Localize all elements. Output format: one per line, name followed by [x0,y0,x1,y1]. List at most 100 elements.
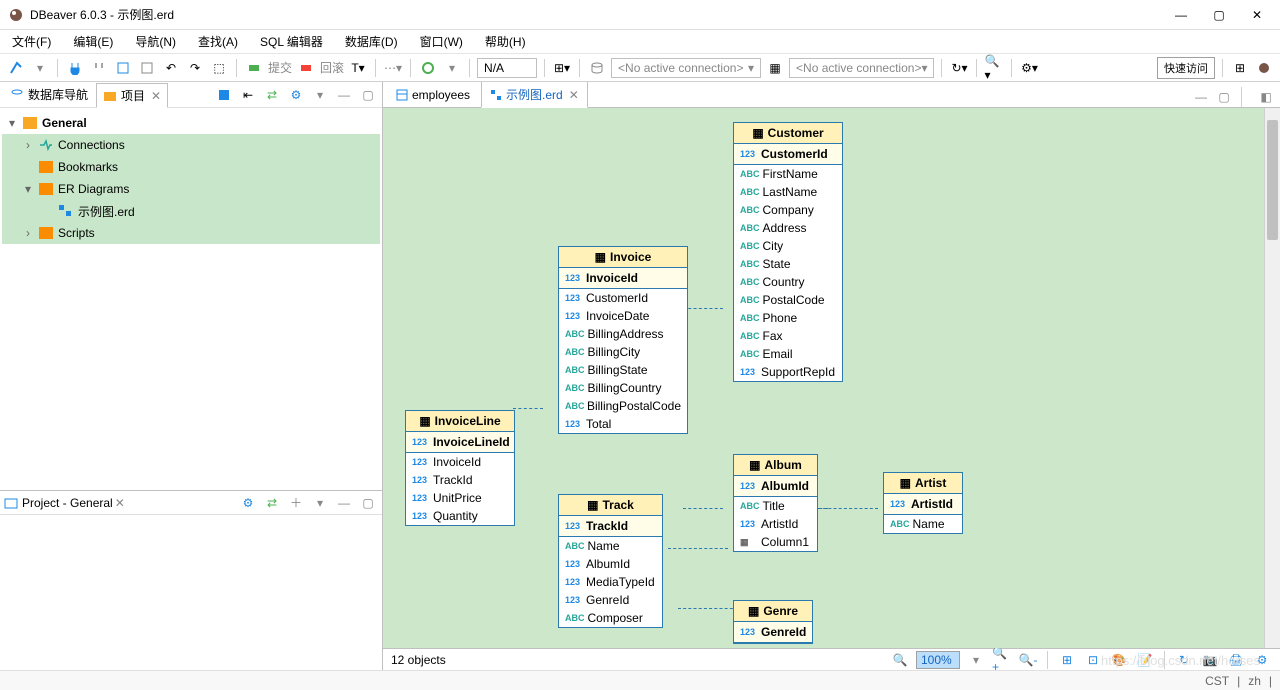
editor-statusbar: 12 objects 🔍 100% ▾ 🔍+ 🔍- ⊞ ⊡ 🎨 📝 ↻ 📷 🖨 … [383,648,1280,670]
search-icon[interactable]: 🔍▾ [984,58,1004,78]
menu-find[interactable]: 查找(A) [192,30,244,53]
outline-icon[interactable]: ◧ [1256,87,1276,107]
tab-close-icon[interactable]: ✕ [151,89,161,103]
tab-erd-close-icon[interactable]: ✕ [569,88,579,102]
schema-selector[interactable]: <No active connection>▾ [789,58,934,78]
vertical-scrollbar[interactable] [1264,108,1280,648]
note-icon[interactable]: 📝 [1135,650,1155,670]
config-icon[interactable]: ⚙ [286,85,306,105]
na-dropdown[interactable]: N/A [477,58,537,78]
tree-erd-file[interactable]: 示例图.erd [2,200,380,222]
sql-editor-icon[interactable] [113,58,133,78]
dots-icon[interactable]: ⋯▾ [383,58,403,78]
plug-icon[interactable] [65,58,85,78]
menu-edit[interactable]: 编辑(E) [67,30,119,53]
layout2-icon[interactable]: ⊡ [1083,650,1103,670]
entity-artist[interactable]: ▦Artist 123ArtistId ABCName [883,472,963,534]
menu-window[interactable]: 窗口(W) [414,30,469,53]
menu-help[interactable]: 帮助(H) [479,30,532,53]
sql-script-icon[interactable] [137,58,157,78]
table-header-icon: ▦ [752,126,763,140]
table-header-icon: ▦ [419,414,430,428]
tree-root[interactable]: ▾General [2,112,380,134]
zoom-input[interactable]: 100% [916,651,960,669]
timezone-label: CST [1205,674,1229,688]
tree-connections[interactable]: ›Connections [2,134,380,156]
panel-config-icon[interactable]: ⚙ [238,493,258,513]
redo-icon[interactable]: ↷ [185,58,205,78]
menu-navigate[interactable]: 导航(N) [129,30,182,53]
zoom-out-icon[interactable]: 🔍- [1018,650,1038,670]
new-connection-icon[interactable] [6,58,26,78]
entity-invoiceline[interactable]: ▦InvoiceLine 123InvoiceLineId 123Invoice… [405,410,515,526]
erd-canvas[interactable]: ▦Customer 123CustomerId ABCFirstName ABC… [383,108,1264,648]
color-icon[interactable]: 🎨 [1109,650,1129,670]
print-icon[interactable]: 🖨 [1226,650,1246,670]
schema-icon[interactable]: ⊞▾ [552,58,572,78]
panel-menu-icon[interactable]: ▾ [310,493,330,513]
table-header-icon: ▦ [749,458,760,472]
editor-max-icon[interactable]: ▢ [1214,87,1234,107]
commit-label[interactable]: 提交 [268,59,292,76]
panel-add-icon[interactable]: ＋ [286,493,306,513]
maximize-button[interactable]: ▢ [1212,8,1226,22]
tree-bookmarks[interactable]: Bookmarks [2,156,380,178]
tree-er-diagrams[interactable]: ▾ER Diagrams [2,178,380,200]
select-icon[interactable]: ⬚ [209,58,229,78]
refresh-icon[interactable]: ↻▾ [949,58,969,78]
tab-project[interactable]: 项目 ✕ [96,83,168,108]
main-toolbar: ▾ ↶ ↷ ⬚ 提交 回滚 T▾ ⋯▾ ▾ N/A ⊞▾ <No active … [0,54,1280,82]
disconnect-icon[interactable] [89,58,109,78]
tab-erd[interactable]: 示例图.erd ✕ [481,82,588,108]
minimize-button[interactable]: ― [1174,8,1188,22]
autocommit-icon[interactable] [418,58,438,78]
dropdown-icon[interactable]: ▾ [30,58,50,78]
settings-icon[interactable]: ⚙▾ [1019,58,1039,78]
rollback-label[interactable]: 回滚 [320,59,344,76]
panel-link-icon[interactable]: ⇄ [262,493,282,513]
link-icon[interactable]: ⇄ [262,85,282,105]
settings2-icon[interactable]: ⚙ [1252,650,1272,670]
refresh2-icon[interactable]: ↻ [1174,650,1194,670]
panel-max-icon[interactable]: ▢ [358,493,378,513]
connection-selector[interactable]: <No active connection>▾ [611,58,761,78]
panel-close-icon[interactable]: ✕ [115,496,125,510]
layout-icon[interactable]: ⊞ [1057,650,1077,670]
perspective2-icon[interactable] [1254,58,1274,78]
view-icon[interactable] [214,85,234,105]
menu-sql-editor[interactable]: SQL 编辑器 [254,30,329,53]
perspective1-icon[interactable]: ⊞ [1230,58,1250,78]
zoom-in-icon[interactable]: 🔍+ [992,650,1012,670]
entity-album[interactable]: ▦Album 123AlbumId ABCTitle 123ArtistId ▦… [733,454,818,552]
menu-icon[interactable]: ▾ [310,85,330,105]
editor-min-icon[interactable]: ― [1191,87,1211,107]
entity-customer[interactable]: ▦Customer 123CustomerId ABCFirstName ABC… [733,122,843,382]
dropdown2-icon[interactable]: ▾ [442,58,462,78]
tab-database-nav[interactable]: 数据库导航 [4,83,94,106]
entity-invoice[interactable]: ▦Invoice 123InvoiceId 123CustomerId 123I… [558,246,688,434]
close-button[interactable]: ✕ [1250,8,1264,22]
title-bar: DBeaver 6.0.3 - 示例图.erd ― ▢ ✕ [0,0,1280,30]
commit-icon[interactable] [244,58,264,78]
locale-label: zh [1248,674,1261,688]
undo-icon[interactable]: ↶ [161,58,181,78]
tx-mode-icon[interactable]: T▾ [348,58,368,78]
tree-scripts[interactable]: ›Scripts [2,222,380,244]
table-header-icon: ▦ [587,498,598,512]
tab-employees[interactable]: employees [387,83,479,107]
db-icon[interactable] [587,58,607,78]
entity-genre[interactable]: ▦Genre 123GenreId [733,600,813,644]
menu-file[interactable]: 文件(F) [6,30,57,53]
quick-access[interactable]: 快速访问 [1157,57,1215,79]
menu-database[interactable]: 数据库(D) [339,30,404,53]
entity-track[interactable]: ▦Track 123TrackId ABCName 123AlbumId 123… [558,494,663,628]
max-icon[interactable]: ▢ [358,85,378,105]
schema2-icon[interactable]: ▦ [765,58,785,78]
export-icon[interactable]: 📷 [1200,650,1220,670]
zoom-search-icon[interactable]: 🔍 [890,650,910,670]
rollback-icon[interactable] [296,58,316,78]
collapse-icon[interactable]: ⇤ [238,85,258,105]
min-icon[interactable]: ― [334,85,354,105]
zoom-drop-icon[interactable]: ▾ [966,650,986,670]
panel-min-icon[interactable]: ― [334,493,354,513]
